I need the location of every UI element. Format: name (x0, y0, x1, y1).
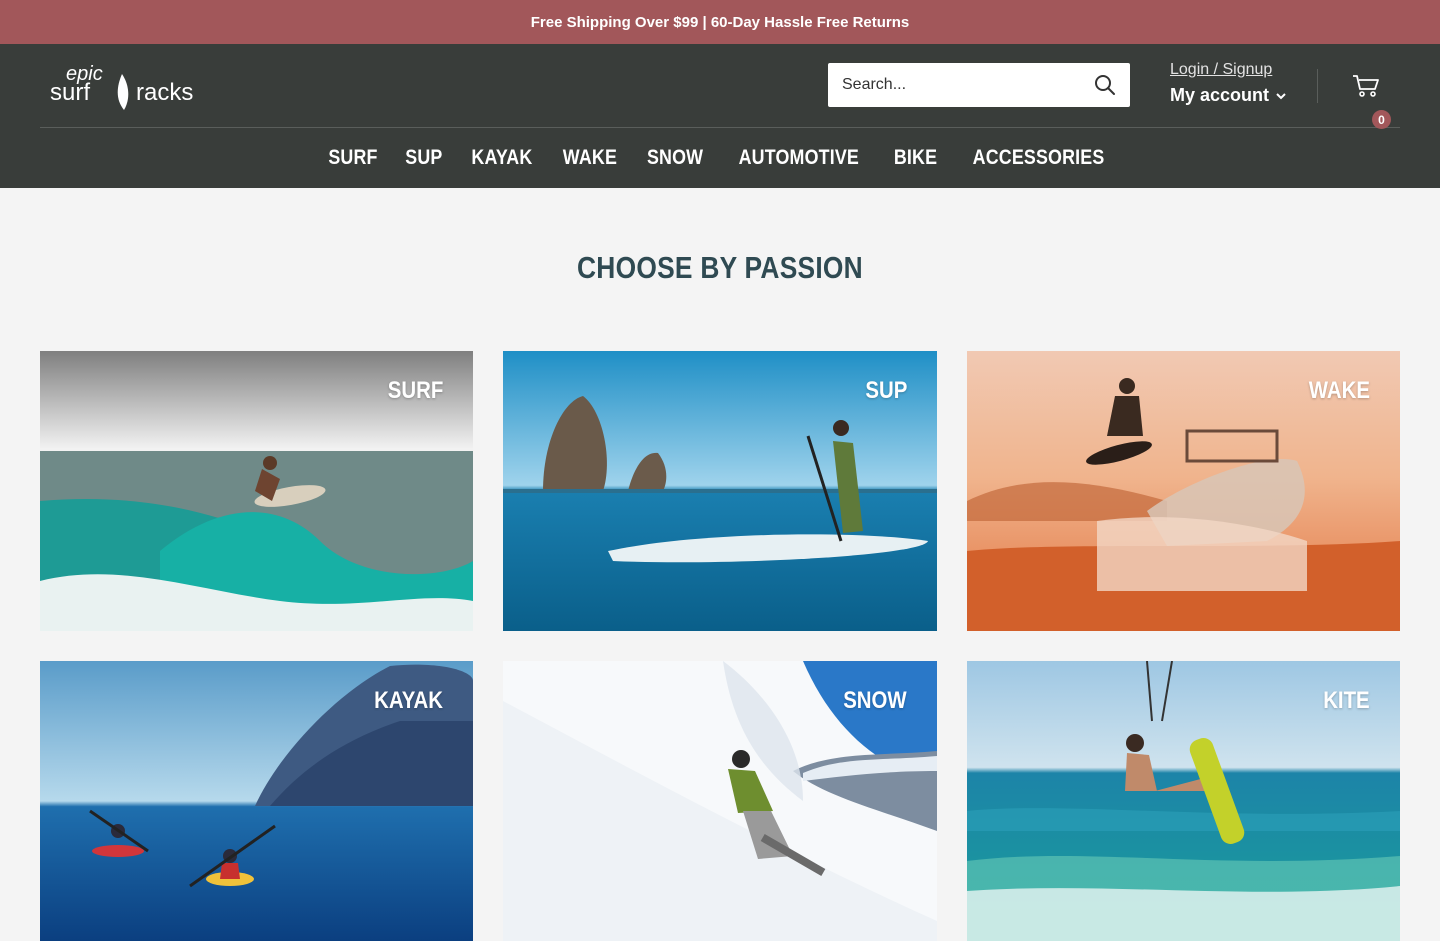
tile-kite[interactable]: KITE (967, 661, 1400, 941)
nav-item-kayak[interactable]: KAYAK (472, 146, 533, 170)
tile-kayak[interactable]: KAYAK (40, 661, 473, 941)
section-title: CHOOSE BY PASSION (577, 250, 863, 285)
cart-icon[interactable] (1350, 69, 1382, 101)
nav-item-wake[interactable]: WAKE (563, 146, 617, 170)
search-icon[interactable] (1094, 74, 1116, 96)
nav-item-snow[interactable]: SNOW (647, 146, 703, 170)
nav-item-automotive[interactable]: AUTOMOTIVE (739, 146, 859, 170)
account-area: Login / Signup My account (1170, 61, 1287, 106)
tile-label-kite: KITE (1323, 687, 1370, 714)
tile-surf[interactable]: SURF (40, 351, 473, 631)
login-signup-link[interactable]: Login / Signup (1170, 61, 1287, 79)
announcement-text: Free Shipping Over $99 | 60-Day Hassle F… (530, 13, 910, 31)
main-nav: SURF SUP KAYAK WAKE SNOW AUTOMOTIVE BIKE… (0, 128, 1440, 188)
tile-label-snow: SNOW (843, 687, 907, 714)
chevron-down-icon (1276, 92, 1286, 99)
tile-wake[interactable]: WAKE (967, 351, 1400, 631)
tile-sup[interactable]: SUP (503, 351, 937, 631)
tile-label-wake: WAKE (1308, 377, 1370, 404)
nav-item-surf[interactable]: SURF (329, 146, 378, 170)
logo-word-racks: racks (136, 79, 193, 106)
nav-item-bike[interactable]: BIKE (893, 146, 936, 170)
logo-mark: epic surf racks (50, 63, 193, 110)
my-account-label: My account (1170, 85, 1270, 105)
search-input[interactable] (842, 76, 1094, 94)
announcement-bar: Free Shipping Over $99 | 60-Day Hassle F… (0, 0, 1440, 44)
cart-count-badge: 0 (1372, 110, 1391, 129)
nav-item-accessories[interactable]: ACCESSORIES (972, 146, 1104, 170)
tile-label-sup: SUP (865, 377, 907, 404)
search-box (828, 63, 1130, 107)
my-account-dropdown[interactable]: My account (1170, 85, 1287, 106)
tile-label-surf: SURF (387, 377, 443, 404)
header-divider (1317, 69, 1318, 103)
logo-word-surf: surf (50, 79, 90, 106)
tile-snow[interactable]: SNOW (503, 661, 937, 941)
logo[interactable]: epic surf racks (50, 60, 222, 112)
passion-grid: SURF SUP WAKE KAYAK SNOW KITE (40, 351, 1400, 941)
tile-label-kayak: KAYAK (374, 687, 443, 714)
nav-item-sup[interactable]: SUP (406, 146, 443, 170)
site-header: epic surf racks Login / Signup My accoun… (0, 44, 1440, 188)
